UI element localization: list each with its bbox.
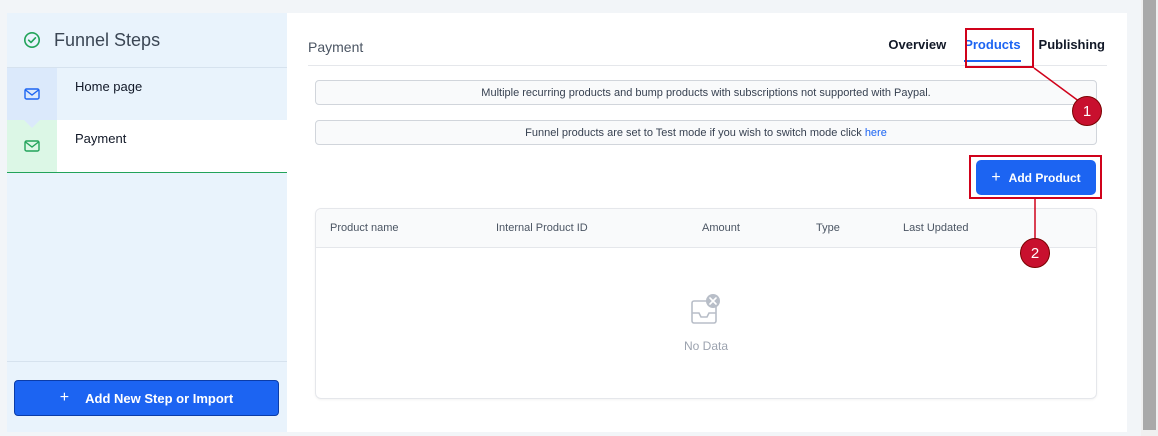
switch-mode-link[interactable]: here	[865, 127, 887, 139]
sidebar-title: Funnel Steps	[54, 29, 161, 50]
column-header-amount: Amount	[702, 222, 740, 234]
column-header-last-updated: Last Updated	[903, 222, 969, 234]
tab-publishing[interactable]: Publishing	[1039, 37, 1105, 52]
step-connector-arrow	[24, 120, 40, 128]
paypal-notice: Multiple recurring products and bump pro…	[315, 80, 1097, 105]
step-payment[interactable]: Payment	[7, 120, 287, 173]
sidebar-footer: + Add New Step or Import	[7, 361, 287, 432]
no-data-text: No Data	[683, 339, 729, 353]
empty-inbox-icon	[691, 294, 720, 324]
products-table: Product name Internal Product ID Amount …	[315, 208, 1097, 399]
column-header-type: Type	[816, 222, 840, 234]
table-header: Product name Internal Product ID Amount …	[316, 209, 1096, 248]
step-icon-column	[7, 68, 57, 120]
mail-icon	[24, 88, 40, 100]
annotation-badge: 2	[1020, 238, 1050, 268]
add-new-step-button[interactable]: + Add New Step or Import	[14, 380, 279, 416]
step-label: Home page	[75, 79, 143, 94]
add-new-step-label: Add New Step or Import	[85, 390, 234, 406]
vertical-scrollbar[interactable]	[1141, 0, 1158, 436]
test-mode-notice: Funnel products are set to Test mode if …	[315, 120, 1097, 145]
funnel-steps-sidebar: Funnel Steps Home page Payment + Add New…	[7, 13, 287, 432]
annotation-highlight-products-tab	[965, 28, 1034, 68]
plus-icon: +	[59, 389, 70, 406]
empty-state: No Data	[316, 293, 1096, 353]
annotation-badge: 1	[1072, 96, 1102, 126]
step-detail-panel: Payment Overview Products Publishing Mul…	[287, 13, 1127, 432]
tab-overview[interactable]: Overview	[888, 37, 946, 52]
column-header-internal-product-id: Internal Product ID	[496, 222, 588, 234]
annotation-highlight-add-product	[969, 155, 1102, 199]
mail-icon	[24, 140, 40, 152]
step-label: Payment	[75, 131, 127, 146]
sidebar-header: Funnel Steps	[7, 13, 287, 68]
scrollbar-thumb[interactable]	[1143, 0, 1156, 430]
column-header-product-name: Product name	[330, 222, 399, 234]
paypal-notice-text: Multiple recurring products and bump pro…	[481, 86, 931, 99]
page-title: Payment	[308, 39, 364, 55]
check-circle-icon	[23, 31, 41, 49]
step-home-page[interactable]: Home page	[7, 68, 287, 128]
test-mode-notice-text: Funnel products are set to Test mode if …	[525, 126, 862, 139]
